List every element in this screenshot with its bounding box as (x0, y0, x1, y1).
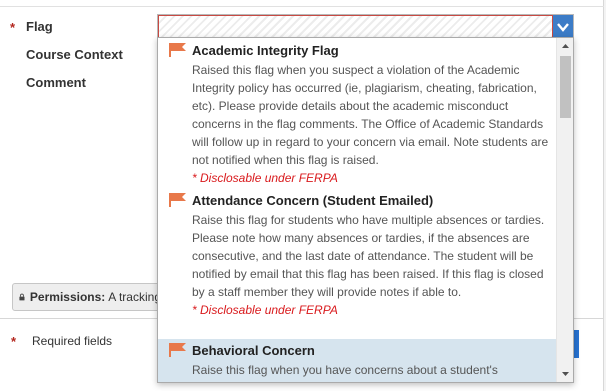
scroll-down-button[interactable] (557, 365, 573, 382)
option-description: Raise this flag when you have concerns a… (192, 363, 498, 377)
required-fields-text: Required fields (32, 334, 113, 348)
flag-select-value[interactable] (158, 15, 553, 38)
flag-option-academic-integrity[interactable]: Academic Integrity Flag Raised this flag… (158, 39, 557, 187)
flag-select[interactable] (157, 14, 574, 39)
flag-option-attendance-concern[interactable]: Attendance Concern (Student Emailed) Rai… (158, 189, 557, 319)
permissions-text: A tracking (108, 290, 161, 304)
option-title: Academic Integrity Flag (192, 42, 339, 58)
option-title: Behavioral Concern (192, 342, 315, 358)
top-divider (0, 6, 604, 7)
permissions-label: Permissions: (29, 290, 106, 304)
add-flag-dialog: * Flag Course Context Comment Permission… (0, 0, 604, 391)
scroll-up-button[interactable] (557, 38, 573, 55)
flag-icon (169, 343, 186, 357)
required-fields-asterisk: * (11, 334, 17, 349)
scroll-up-icon (562, 44, 569, 48)
option-description: Raise this flag for students who have mu… (192, 213, 545, 299)
required-asterisk: * (10, 20, 16, 35)
chevron-down-icon (557, 23, 569, 32)
flag-label: Flag (26, 19, 53, 34)
dropdown-scrollbar[interactable] (556, 38, 573, 382)
flag-dropdown-list: Academic Integrity Flag Raised this flag… (157, 37, 574, 383)
option-description: Raised this flag when you suspect a viol… (192, 63, 549, 167)
flag-icon (169, 193, 186, 207)
scrollbar-thumb[interactable] (560, 56, 571, 118)
flag-select-toggle[interactable] (553, 15, 573, 38)
flag-option-behavioral-concern[interactable]: Behavioral Concern Raise this flag when … (158, 339, 557, 382)
ferpa-note: * Disclosable under FERPA (192, 171, 338, 185)
option-title: Attendance Concern (Student Emailed) (192, 192, 434, 208)
permissions-note: Permissions: A tracking (12, 283, 162, 311)
lock-icon (19, 293, 25, 301)
comment-label: Comment (26, 75, 86, 90)
ferpa-note: * Disclosable under FERPA (192, 303, 338, 317)
scroll-down-icon (562, 372, 569, 376)
flag-icon (169, 43, 186, 57)
course-context-label: Course Context (26, 47, 123, 62)
